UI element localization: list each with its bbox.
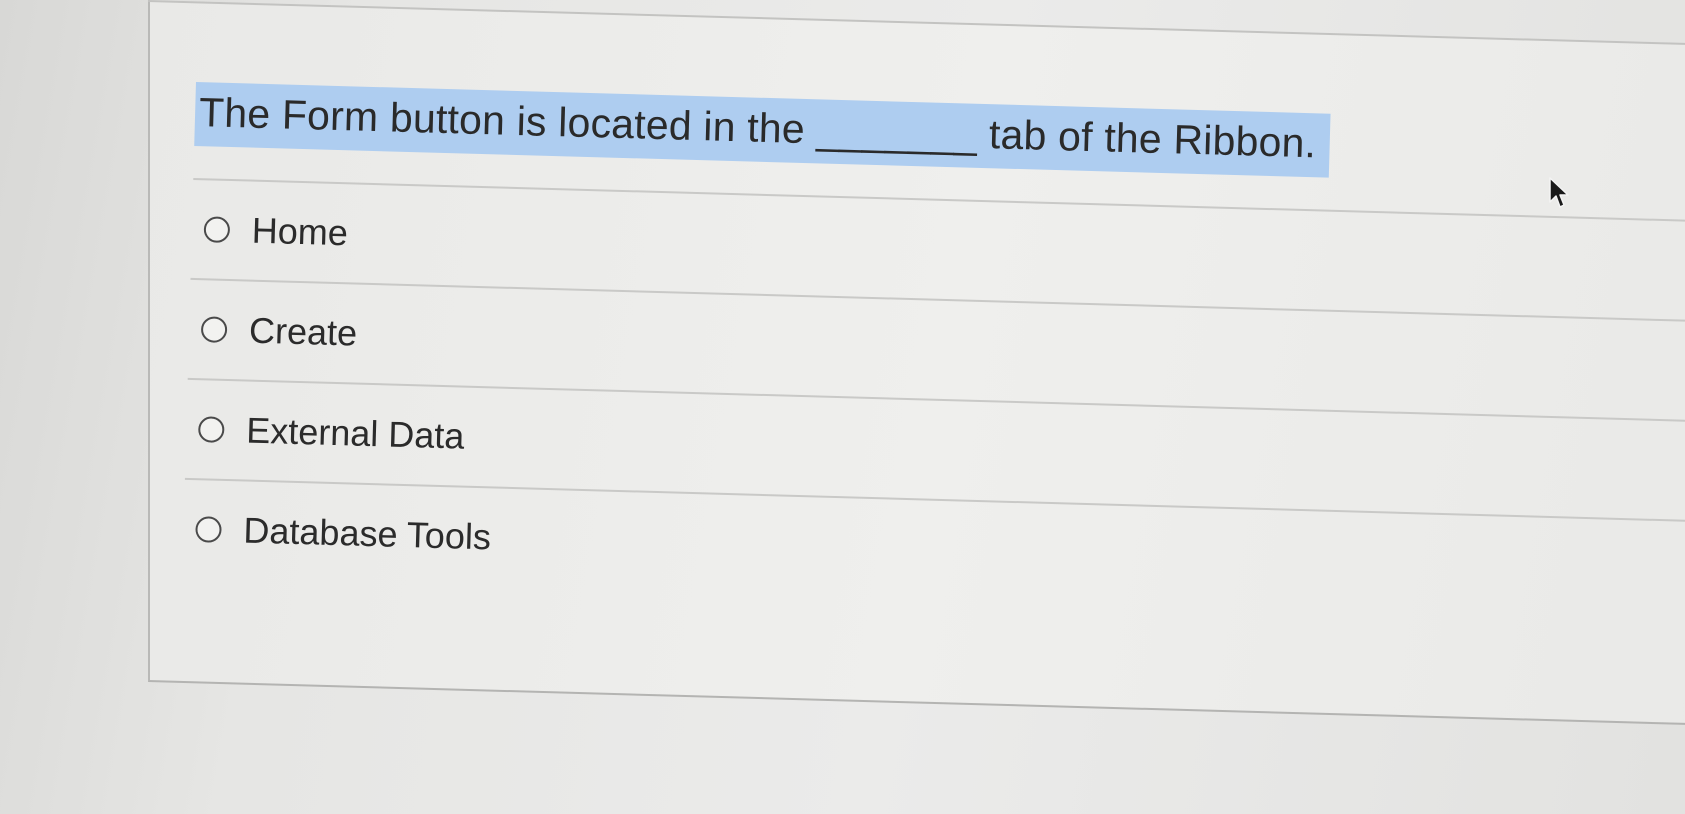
option-label: External Data [245, 409, 465, 457]
mouse-pointer-icon [1549, 177, 1569, 208]
question-content: The Form button is located in the ______… [182, 82, 1685, 620]
radio-button[interactable] [203, 216, 231, 243]
option-label: Create [248, 309, 358, 354]
radio-button[interactable] [197, 416, 225, 443]
radio-button[interactable] [195, 516, 222, 543]
screen: The Form button is located in the ______… [0, 0, 1685, 814]
option-label: Database Tools [242, 509, 492, 558]
option-label: Home [251, 209, 349, 254]
radio-button[interactable] [200, 316, 228, 343]
